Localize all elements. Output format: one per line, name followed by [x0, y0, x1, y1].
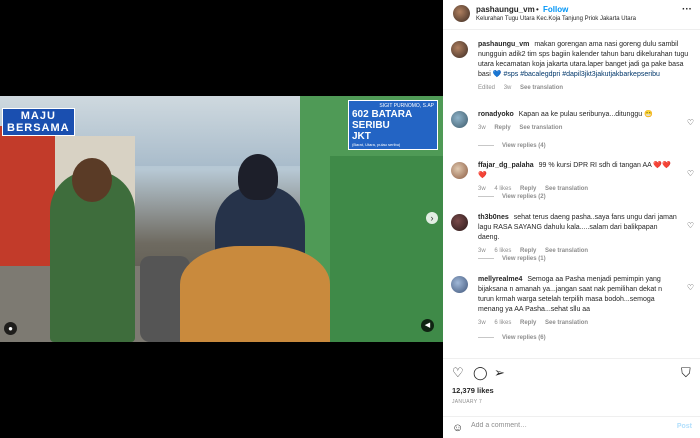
post-date: JANUARY 7	[452, 399, 483, 405]
next-media-chevron-icon[interactable]: ›	[426, 212, 438, 224]
reply-button[interactable]: Reply	[494, 125, 510, 131]
edited-label: Edited	[478, 85, 496, 91]
banner-left-line2: BERSAMA	[7, 122, 70, 134]
like-comment-heart-icon[interactable]: ♡	[687, 283, 694, 292]
comment-age: 3w	[478, 248, 486, 254]
see-translation-link[interactable]: See translation	[519, 125, 562, 131]
post-header: pashaungu_vm • Follow Kelurahan Tugu Uta…	[443, 0, 700, 30]
add-comment-bar: ☺ Post	[443, 416, 700, 438]
comment-text: 99 % kursi DPR RI sdh di tangan AA	[538, 162, 652, 169]
tagged-user-icon[interactable]: ●	[4, 322, 17, 335]
share-paper-plane-icon[interactable]: ➢	[494, 365, 505, 381]
comment-input[interactable]	[471, 422, 661, 429]
comment-username[interactable]: mellyrealme4	[478, 276, 522, 283]
avatar[interactable]	[453, 5, 470, 22]
video-scene-wall	[330, 156, 443, 342]
caption-age: 3w	[503, 85, 512, 91]
avatar[interactable]	[451, 214, 468, 231]
blue-heart-emoji: 💙	[492, 71, 502, 78]
comments-list[interactable]: pashaungu_vm makan gorengan ama nasi gor…	[443, 30, 700, 356]
comment-emoji: 😁	[644, 111, 653, 118]
comment-username[interactable]: th3b0nes	[478, 214, 509, 221]
comment-username[interactable]: ffajar_dg_palaha	[478, 162, 534, 169]
comment-bubble-icon[interactable]: ◯	[473, 365, 488, 381]
video-scene-woman-head	[72, 158, 112, 202]
separator-dot: •	[536, 5, 539, 14]
comment-likes[interactable]: 6 likes	[494, 320, 511, 326]
reply-button[interactable]: Reply	[520, 248, 536, 254]
avatar[interactable]	[451, 276, 468, 293]
author-username[interactable]: pashaungu_vm	[476, 5, 535, 14]
candidate-banner: SIGIT PURNOMO, S.AP 602 BATARA SERIBU JK…	[348, 100, 438, 150]
post-detail-panel: pashaungu_vm • Follow Kelurahan Tugu Uta…	[443, 0, 700, 438]
like-comment-heart-icon[interactable]: ♡	[687, 118, 694, 127]
comment-likes[interactable]: 6 likes	[494, 248, 511, 254]
avatar[interactable]	[451, 162, 468, 179]
emoji-picker-icon[interactable]: ☺	[452, 422, 463, 434]
post-actions-bar: ♡ ◯ ➢ ⛉	[443, 358, 700, 388]
comment-age: 3w	[478, 125, 486, 131]
avatar[interactable]	[451, 111, 468, 128]
maju-bersama-banner: MAJU BERSAMA	[2, 108, 75, 136]
list-item: th3b0nes sehat terus daeng pasha..saya f…	[451, 213, 696, 256]
see-translation-link[interactable]: See translation	[520, 85, 563, 91]
view-replies-button[interactable]: View replies (2)	[478, 194, 546, 200]
like-comment-heart-icon[interactable]: ♡	[687, 221, 694, 230]
view-replies-button[interactable]: View replies (4)	[478, 143, 546, 149]
comment-age: 3w	[478, 320, 486, 326]
follow-button[interactable]: Follow	[543, 5, 568, 14]
mute-icon[interactable]: ◀	[421, 319, 434, 332]
list-item: ronadyoko Kapan aa ke pulau seribunya...…	[451, 110, 696, 133]
media-column: MAJU BERSAMA SIGIT PURNOMO, S.AP 602 BAT…	[0, 0, 443, 438]
banner-left-line1: MAJU	[20, 110, 56, 122]
candidate-region: JKT	[352, 131, 371, 142]
caption-hashtags[interactable]: #sps #bacalegdpri #dapil3jkt3jakutjakbar…	[503, 71, 659, 78]
candidate-number: 602 BATARA SERIBU	[352, 109, 412, 131]
video-scene-man-head	[238, 154, 278, 200]
more-options-icon[interactable]: ···	[682, 4, 692, 15]
bookmark-icon[interactable]: ⛉	[681, 365, 691, 381]
post-location[interactable]: Kelurahan Tugu Utara Kec.Koja Tanjung Pr…	[476, 16, 636, 22]
candidate-subregion: (Barat, Utara, pulau seribu)	[352, 142, 401, 147]
caption: pashaungu_vm makan gorengan ama nasi gor…	[451, 40, 696, 93]
comment-likes[interactable]: 4 likes	[494, 186, 511, 192]
comment-text: Kapan aa ke pulau seribunya...ditunggu	[518, 111, 643, 118]
reply-button[interactable]: Reply	[520, 320, 536, 326]
see-translation-link[interactable]: See translation	[545, 186, 588, 192]
caption-username[interactable]: pashaungu_vm	[478, 41, 529, 48]
likes-count[interactable]: 12,379 likes	[452, 386, 494, 395]
comment-age: 3w	[478, 186, 486, 192]
reply-button[interactable]: Reply	[520, 186, 536, 192]
view-replies-button[interactable]: View replies (6)	[478, 335, 546, 341]
video-scene-food-stall	[180, 246, 330, 342]
list-item: mellyrealme4 Semoga aa Pasha menjadi pem…	[451, 275, 696, 328]
comment-username[interactable]: ronadyoko	[478, 111, 514, 118]
see-translation-link[interactable]: See translation	[545, 248, 588, 254]
view-replies-button[interactable]: View replies (1)	[478, 256, 546, 262]
list-item: ffajar_dg_palaha 99 % kursi DPR RI sdh d…	[451, 161, 696, 194]
like-heart-icon[interactable]: ♡	[452, 365, 464, 381]
like-comment-heart-icon[interactable]: ♡	[687, 169, 694, 178]
see-translation-link[interactable]: See translation	[545, 320, 588, 326]
post-comment-button[interactable]: Post	[677, 423, 692, 430]
avatar[interactable]	[451, 41, 468, 58]
